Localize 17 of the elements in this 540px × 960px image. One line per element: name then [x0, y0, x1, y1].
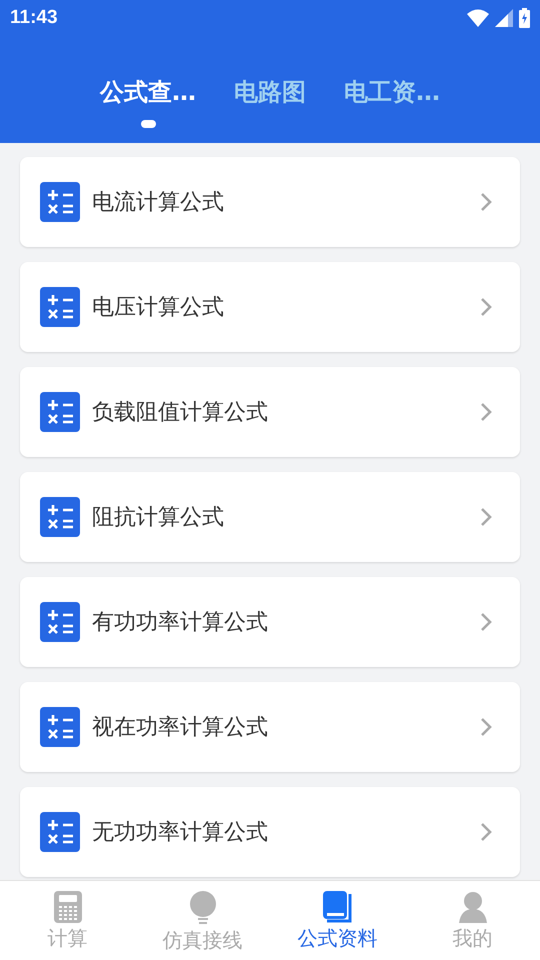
formula-list-item[interactable]: 电流计算公式 [20, 157, 520, 247]
formula-list-item[interactable]: 无功功率计算公式 [20, 787, 520, 877]
item-label: 电压计算公式 [92, 294, 224, 322]
formula-list-item[interactable]: 有功功率计算公式 [20, 577, 520, 667]
formula-list-item[interactable]: 阻抗计算公式 [20, 472, 520, 562]
formula-list-item[interactable]: 负载阻值计算公式 [20, 367, 520, 457]
item-label: 阻抗计算公式 [92, 504, 224, 532]
item-label: 无功功率计算公式 [92, 819, 268, 847]
formula-list-item[interactable]: 电压计算公式 [20, 262, 520, 352]
status-time: 11:43 [10, 7, 58, 29]
item-label: 有功功率计算公式 [92, 609, 268, 637]
item-label: 视在功率计算公式 [92, 714, 268, 742]
formula-list-item[interactable]: 视在功率计算公式 [20, 682, 520, 772]
item-label: 负载阻值计算公式 [92, 399, 268, 427]
item-label: 电流计算公式 [92, 189, 224, 217]
nav-tab[interactable]: 公式资料 [270, 881, 405, 960]
tab[interactable]: 公式查… [100, 76, 196, 108]
